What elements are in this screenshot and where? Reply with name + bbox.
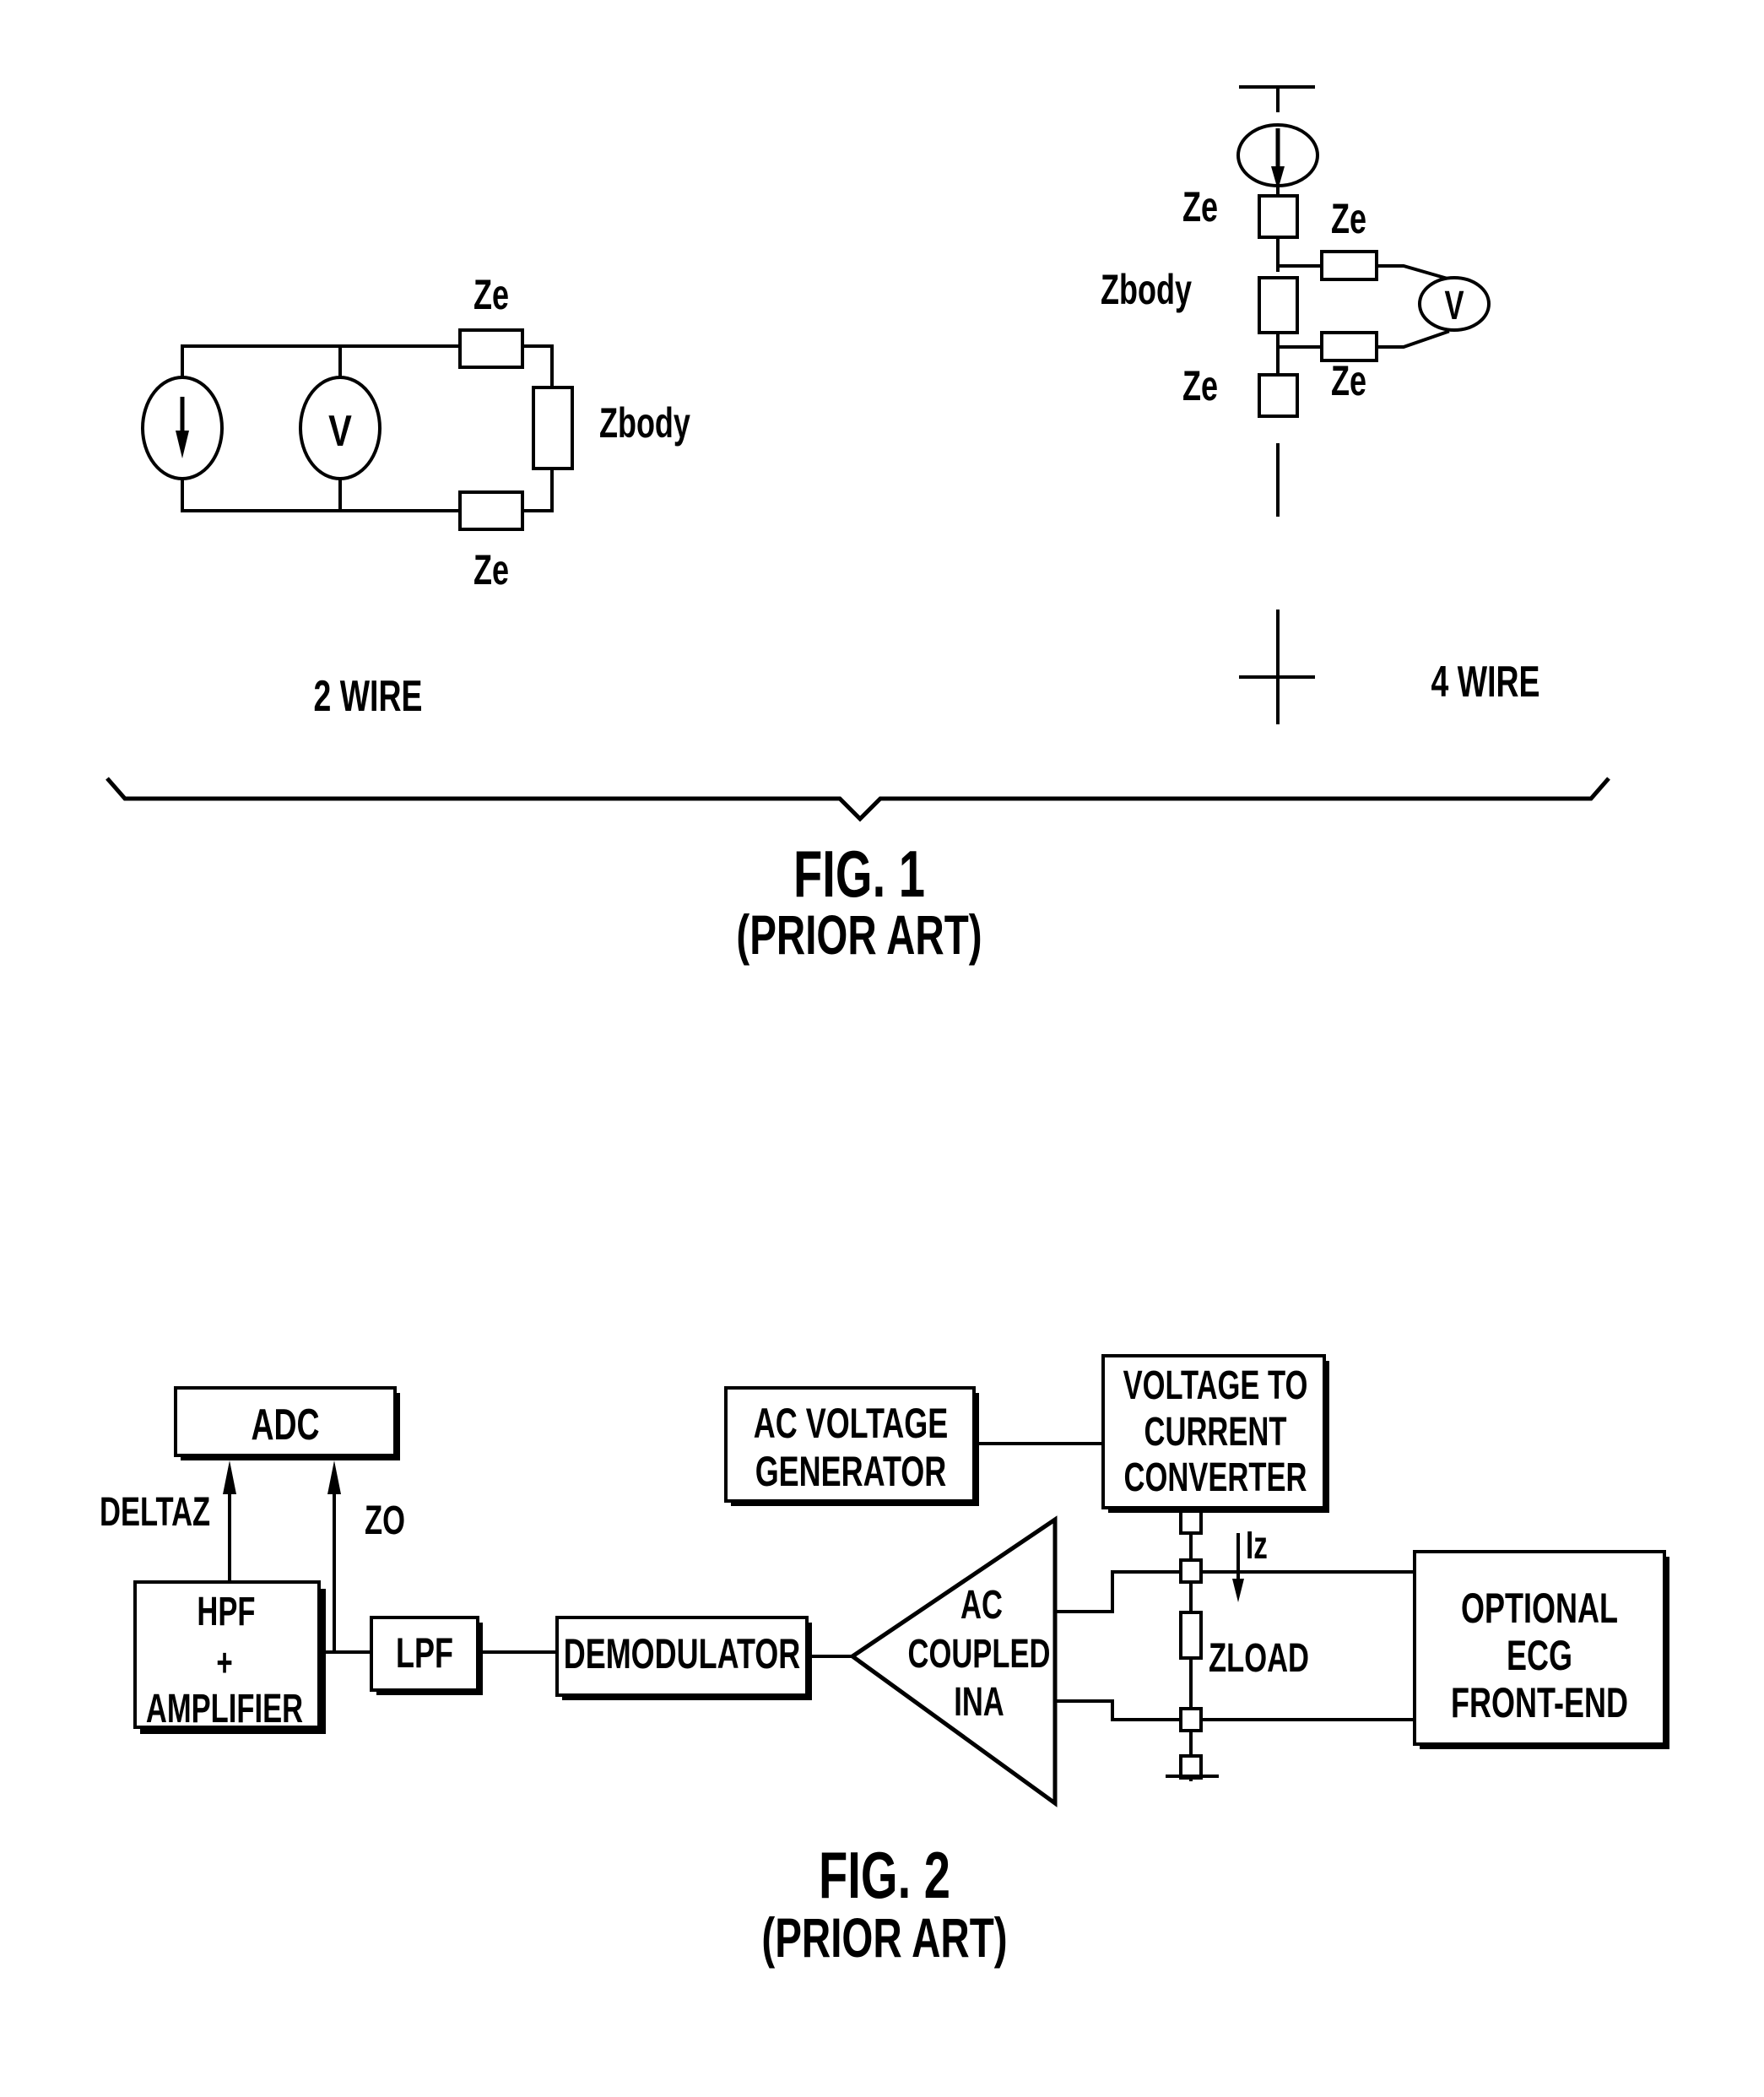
arrow-head-icon <box>327 1460 341 1494</box>
ze-sense-bottom-label: Ze <box>1331 358 1366 404</box>
two-wire-caption: 2 WIRE <box>314 671 423 721</box>
adc-block: ADC <box>174 1386 400 1460</box>
voltmeter-label: V <box>328 406 352 456</box>
current-source-icon <box>141 376 224 480</box>
patent-drawing-sheet: V Ze Zbody Ze 2 WIRE Ze Zbody Ze Ze Ze V… <box>100 85 1669 1970</box>
svg-text:VOLTAGE TO: VOLTAGE TO <box>1123 1362 1308 1407</box>
zbody-label: Zbody <box>1101 267 1192 313</box>
ze-sense-bottom-resistor <box>1320 331 1378 362</box>
ze-lower-resistor <box>1258 373 1299 418</box>
svg-text:LPF: LPF <box>396 1630 453 1677</box>
ac-voltage-generator-block: AC VOLTAGE GENERATOR <box>724 1386 979 1506</box>
svg-text:ECG: ECG <box>1507 1633 1572 1679</box>
hpf-amplifier-block: HPF + AMPLIFIER <box>133 1580 326 1734</box>
iz-label: Iz <box>1246 1525 1268 1567</box>
fig2-subtitle: (PRIOR ART) <box>761 1907 1007 1969</box>
svg-text:AC VOLTAGE: AC VOLTAGE <box>754 1401 949 1447</box>
svg-text:AMPLIFIER: AMPLIFIER <box>146 1685 303 1731</box>
voltmeter-label: V <box>1444 282 1464 328</box>
svg-text:OPTIONAL: OPTIONAL <box>1461 1585 1618 1632</box>
ze-top-resistor <box>458 328 524 369</box>
zload-resistor <box>1179 1611 1203 1660</box>
voltmeter-icon: V <box>299 376 381 480</box>
ac-coupled-ina-amplifier: AC COUPLED INA <box>848 1515 1058 1807</box>
ze-sense-top-resistor <box>1320 250 1378 281</box>
zload-label: ZLOAD <box>1209 1634 1309 1680</box>
wire <box>1053 1699 1416 1721</box>
svg-text:CONVERTER: CONVERTER <box>1124 1454 1307 1499</box>
ze-bottom-resistor <box>458 490 524 531</box>
svg-text:AC: AC <box>960 1581 1003 1627</box>
deltaz-label: DELTAZ <box>100 1488 210 1534</box>
optional-ecg-front-end-block: OPTIONAL ECG FRONT-END <box>1413 1550 1669 1749</box>
electrode-pad <box>1179 1558 1203 1584</box>
zbody-resistor <box>532 386 574 470</box>
zbody-resistor <box>1258 276 1299 334</box>
wire <box>1053 1570 1416 1613</box>
svg-text:FRONT-END: FRONT-END <box>1451 1680 1628 1726</box>
ze-upper-label: Ze <box>1182 184 1218 230</box>
svg-text:ADC: ADC <box>251 1400 319 1449</box>
voltage-to-current-converter-block: VOLTAGE TO CURRENT CONVERTER <box>1101 1354 1329 1513</box>
svg-text:HPF: HPF <box>197 1588 255 1634</box>
four-wire-caption: 4 WIRE <box>1431 657 1540 707</box>
electrode-pad <box>1179 1509 1203 1535</box>
ze-lower-label: Ze <box>1182 363 1218 409</box>
arrow-head-icon <box>223 1460 236 1494</box>
svg-text:+: + <box>216 1642 232 1684</box>
ze-top-label: Ze <box>473 272 509 318</box>
fig2-block-diagram: ADC DELTAZ ZO HPF + AMPLIFIER LPF DEMODU… <box>100 1354 1669 1807</box>
arrow-head-icon <box>1232 1579 1244 1602</box>
svg-text:COUPLED: COUPLED <box>908 1630 1051 1676</box>
ze-upper-resistor <box>1258 194 1299 239</box>
lpf-block: LPF <box>370 1616 483 1695</box>
zbody-label: Zbody <box>599 400 690 447</box>
voltmeter-icon: V <box>1418 276 1491 332</box>
fig2-title: FIG. 2 <box>819 1839 950 1912</box>
fig1-title: FIG. 1 <box>793 837 925 911</box>
svg-text:GENERATOR: GENERATOR <box>755 1449 947 1495</box>
ze-bottom-label: Ze <box>473 547 509 593</box>
svg-text:CURRENT: CURRENT <box>1144 1408 1287 1454</box>
fig1-two-wire-circuit: V Ze Zbody Ze 2 WIRE <box>141 272 690 721</box>
svg-text:DEMODULATOR: DEMODULATOR <box>564 1631 801 1677</box>
fig1-four-wire-circuit: Ze Zbody Ze Ze Ze V 4 WIRE <box>1101 85 1540 724</box>
figure-brace <box>106 777 1610 822</box>
svg-text:INA: INA <box>954 1678 1004 1724</box>
electrode-pad <box>1179 1707 1203 1732</box>
zo-label: ZO <box>365 1497 405 1542</box>
fig1-subtitle: (PRIOR ART) <box>736 904 982 966</box>
current-source-icon <box>1236 123 1319 190</box>
demodulator-block: DEMODULATOR <box>555 1616 812 1700</box>
ze-sense-top-label: Ze <box>1331 196 1366 242</box>
